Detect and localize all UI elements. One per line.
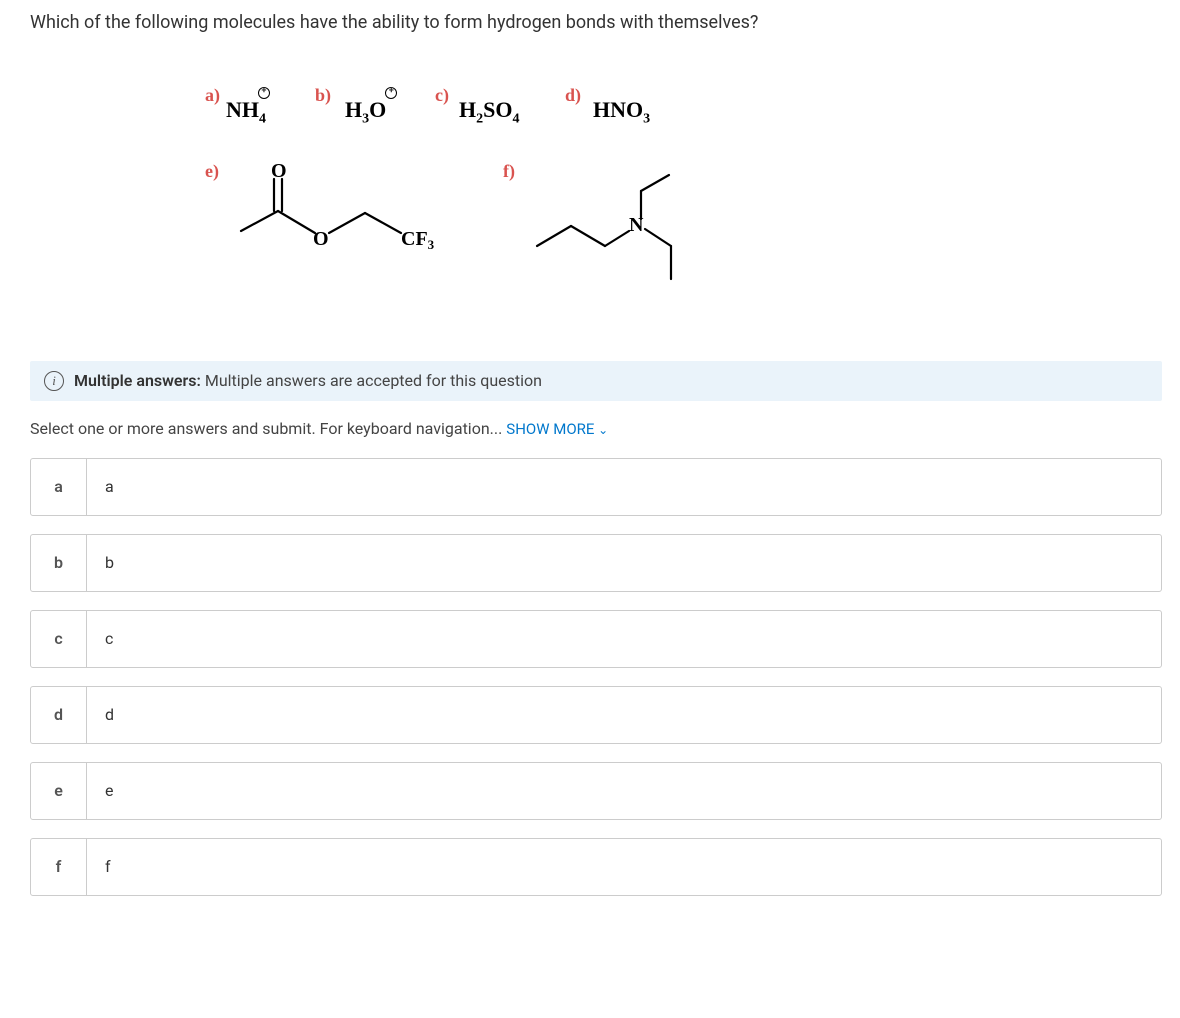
option-f[interactable]: f f [30, 838, 1162, 896]
info-banner: i Multiple answers: Multiple answers are… [30, 361, 1162, 401]
option-key: a [31, 459, 87, 515]
instruction-text: Select one or more answers and submit. F… [30, 419, 1162, 438]
option-key: e [31, 763, 87, 819]
formula-d: HNO3 [593, 97, 650, 127]
charge-plus-icon [385, 87, 397, 99]
svg-text:N: N [629, 214, 644, 236]
option-key: c [31, 611, 87, 667]
show-more-label: SHOW MORE [506, 420, 594, 438]
question-text: Which of the following molecules have th… [30, 10, 1162, 35]
molecule-c: c) H2SO4 [435, 85, 565, 115]
option-value: f [87, 839, 129, 895]
mol-label-a: a) [205, 85, 220, 106]
mol-label-d: d) [565, 85, 581, 106]
option-value: d [87, 687, 132, 743]
option-d[interactable]: d d [30, 686, 1162, 744]
molecule-d: d) HNO3 [565, 85, 644, 115]
option-value: a [87, 459, 132, 515]
molecule-e: e) O O CF3 [205, 161, 443, 271]
option-b[interactable]: b b [30, 534, 1162, 592]
molecule-b: b) H3O [315, 85, 435, 115]
formula-c: H2SO4 [459, 97, 519, 127]
structure-e-icon: O O CF3 [233, 161, 443, 271]
option-value: b [87, 535, 132, 591]
chevron-down-icon: ⌄ [598, 423, 608, 437]
info-icon: i [44, 371, 64, 391]
option-a[interactable]: a a [30, 458, 1162, 516]
molecule-diagram-area: a) NH4 b) H3O c) H2SO4 d) HNO3 e) [205, 85, 1162, 290]
option-e[interactable]: e e [30, 762, 1162, 820]
formula-b: H3O [345, 97, 386, 127]
option-key: d [31, 687, 87, 743]
answer-options: a a b b c c d d e e f f [30, 458, 1162, 896]
molecule-f: f) N [503, 161, 699, 291]
mol-label-e: e) [205, 161, 219, 182]
instruction-main: Select one or more answers and submit. F… [30, 419, 506, 438]
mol-label-c: c) [435, 85, 449, 106]
svg-text:O: O [313, 228, 329, 250]
info-text: Multiple answers are accepted for this q… [201, 371, 542, 390]
structure-f-icon: N [529, 161, 699, 291]
svg-text:CF3: CF3 [401, 228, 435, 252]
info-strong: Multiple answers: [74, 371, 201, 390]
option-c[interactable]: c c [30, 610, 1162, 668]
mol-label-f: f) [503, 161, 515, 182]
option-key: b [31, 535, 87, 591]
option-key: f [31, 839, 87, 895]
svg-text:O: O [271, 161, 287, 182]
option-value: c [87, 611, 131, 667]
formula-a: NH4 [226, 97, 266, 127]
show-more-link[interactable]: SHOW MORE ⌄ [506, 420, 608, 438]
mol-label-b: b) [315, 85, 331, 106]
molecule-a: a) NH4 [205, 85, 315, 115]
option-value: e [87, 763, 131, 819]
